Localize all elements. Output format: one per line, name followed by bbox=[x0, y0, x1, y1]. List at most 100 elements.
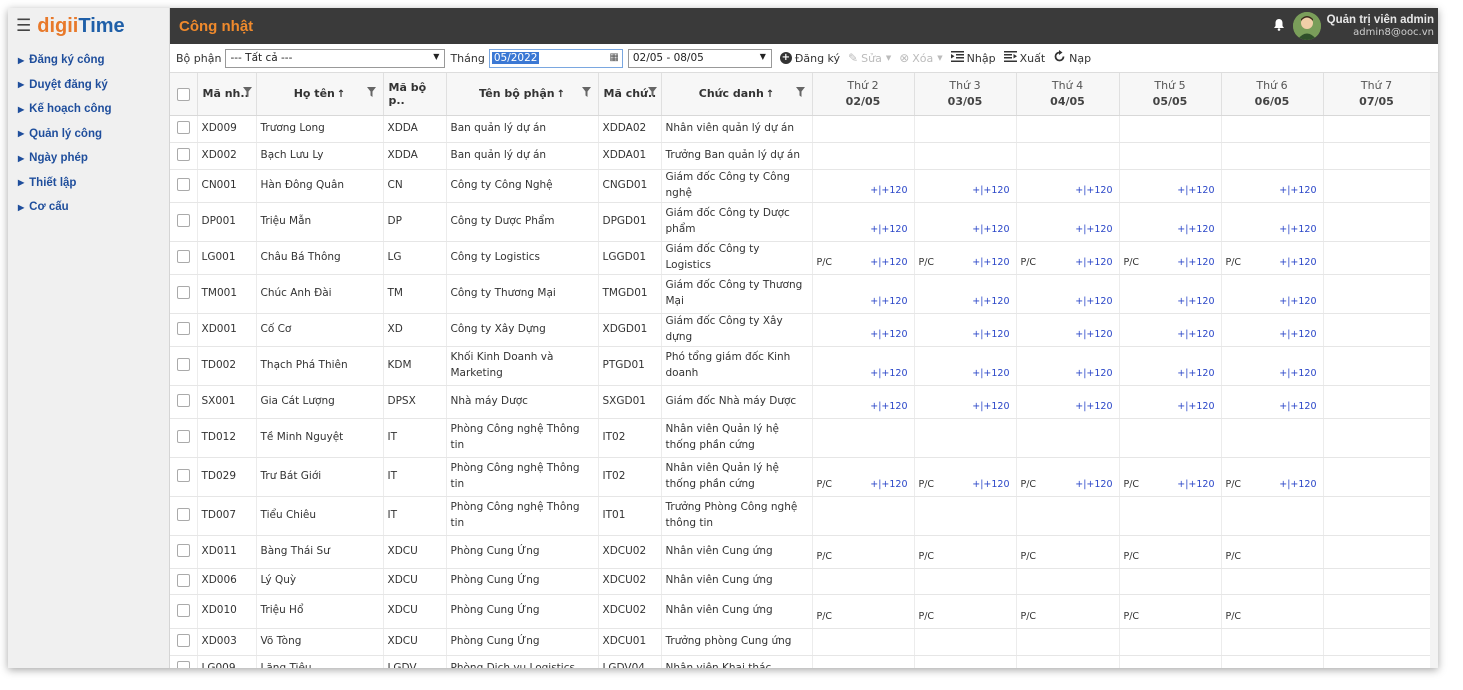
day-cell[interactable] bbox=[914, 418, 1017, 458]
day-cell[interactable]: +|+120 bbox=[914, 313, 1017, 347]
col-title-name[interactable]: Chức danh ↑ bbox=[661, 73, 813, 116]
export-button[interactable]: Xuất bbox=[1003, 51, 1045, 65]
table-row[interactable]: CN001 Hàn Đông Quân CN Công ty Công Nghệ CNG… bbox=[170, 169, 1431, 203]
plus-link[interactable]: +|+120 bbox=[870, 223, 907, 237]
day-cell[interactable] bbox=[812, 115, 915, 143]
plus-link[interactable]: +|+120 bbox=[1075, 295, 1112, 309]
day-cell[interactable]: +|+120 bbox=[1221, 169, 1324, 203]
row-checkbox[interactable] bbox=[176, 250, 190, 264]
plus-link[interactable]: +|+120 bbox=[972, 184, 1009, 198]
plus-link[interactable]: +|+120 bbox=[1075, 184, 1112, 198]
row-select-cell[interactable] bbox=[170, 115, 198, 143]
day-cell[interactable] bbox=[1323, 385, 1431, 419]
day-cell[interactable]: P/C +|+120 bbox=[914, 457, 1017, 497]
row-select-cell[interactable] bbox=[170, 274, 198, 314]
month-input[interactable]: 05/2022 ▦ bbox=[488, 48, 623, 68]
day-cell[interactable]: +|+120 bbox=[812, 169, 915, 203]
col-day-1[interactable]: Thứ 3 03/05 bbox=[914, 73, 1017, 116]
col-dept-code[interactable]: Mã bộ p.. bbox=[383, 73, 447, 116]
col-dept-name[interactable]: Tên bộ phận ↑ bbox=[446, 73, 599, 116]
table-row[interactable]: XD010 Triệu Hổ XDCU Phòng Cung Ứng XDCU02 Nhâ… bbox=[170, 594, 1431, 629]
plus-link[interactable]: +|+120 bbox=[1279, 184, 1316, 198]
day-cell[interactable] bbox=[1323, 313, 1431, 347]
plus-link[interactable]: +|+120 bbox=[1075, 256, 1112, 270]
plus-link[interactable]: +|+120 bbox=[870, 400, 907, 414]
plus-link[interactable]: +|+120 bbox=[1177, 256, 1214, 270]
day-cell[interactable]: +|+120 bbox=[812, 346, 915, 386]
register-button[interactable]: + Đăng ký bbox=[779, 52, 840, 65]
day-cell[interactable] bbox=[1016, 655, 1120, 668]
table-row[interactable]: TD029 Trư Bát Giới IT Phòng Công nghệ Thông… bbox=[170, 457, 1431, 497]
day-cell[interactable] bbox=[1119, 496, 1222, 536]
plus-link[interactable]: +|+120 bbox=[1177, 295, 1214, 309]
row-checkbox[interactable] bbox=[176, 634, 190, 648]
table-row[interactable]: XD009 Trương Long XDDA Ban quản lý dự án XDD… bbox=[170, 115, 1431, 143]
day-cell[interactable] bbox=[1119, 568, 1222, 595]
reload-button[interactable]: Nạp bbox=[1053, 50, 1091, 66]
day-cell[interactable] bbox=[1221, 115, 1324, 143]
plus-link[interactable]: +|+120 bbox=[972, 223, 1009, 237]
plus-link[interactable]: +|+120 bbox=[1279, 478, 1316, 492]
plus-link[interactable]: +|+120 bbox=[1075, 367, 1112, 381]
day-cell[interactable]: +|+120 bbox=[1221, 346, 1324, 386]
row-select-cell[interactable] bbox=[170, 568, 198, 595]
day-cell[interactable]: +|+120 bbox=[1119, 169, 1222, 203]
col-emp-code[interactable]: Mã nh.. bbox=[197, 73, 257, 116]
day-cell[interactable]: +|+120 bbox=[1119, 202, 1222, 242]
row-checkbox[interactable] bbox=[176, 148, 190, 162]
day-cell[interactable]: +|+120 bbox=[1016, 169, 1120, 203]
plus-link[interactable]: +|+120 bbox=[1279, 328, 1316, 342]
plus-link[interactable]: +|+120 bbox=[1279, 223, 1316, 237]
menu-icon[interactable]: ☰ bbox=[16, 17, 31, 35]
day-cell[interactable] bbox=[1221, 418, 1324, 458]
day-cell[interactable]: P/C +|+120 bbox=[1221, 241, 1324, 275]
filter-icon[interactable] bbox=[367, 87, 377, 97]
sidebar-item-6[interactable]: ▶ Cơ cấu bbox=[8, 195, 169, 220]
day-cell[interactable]: +|+120 bbox=[1119, 313, 1222, 347]
row-checkbox[interactable] bbox=[176, 178, 190, 192]
day-cell[interactable]: P/C bbox=[914, 594, 1017, 629]
day-cell[interactable]: +|+120 bbox=[1016, 274, 1120, 314]
day-cell[interactable]: +|+120 bbox=[914, 346, 1017, 386]
table-row[interactable]: TM001 Chúc Anh Đài TM Công ty Thương Mại TMG… bbox=[170, 274, 1431, 314]
col-day-4[interactable]: Thứ 6 06/05 bbox=[1221, 73, 1324, 116]
day-cell[interactable] bbox=[1323, 241, 1431, 275]
plus-link[interactable]: +|+120 bbox=[1279, 367, 1316, 381]
col-day-2[interactable]: Thứ 4 04/05 bbox=[1016, 73, 1120, 116]
day-cell[interactable]: +|+120 bbox=[914, 274, 1017, 314]
day-cell[interactable]: P/C +|+120 bbox=[1119, 241, 1222, 275]
plus-link[interactable]: +|+120 bbox=[1177, 184, 1214, 198]
day-cell[interactable] bbox=[1323, 115, 1431, 143]
row-select-cell[interactable] bbox=[170, 535, 198, 569]
day-cell[interactable] bbox=[1323, 496, 1431, 536]
table-row[interactable]: XD011 Bàng Thái Sư XDCU Phòng Cung Ứng XDCU0… bbox=[170, 535, 1431, 569]
plus-link[interactable]: +|+120 bbox=[972, 328, 1009, 342]
day-cell[interactable] bbox=[1323, 655, 1431, 668]
row-select-cell[interactable] bbox=[170, 313, 198, 347]
table-row[interactable]: TD002 Thạch Phá Thiên KDM Khối Kinh Doanh v… bbox=[170, 346, 1431, 386]
plus-link[interactable]: +|+120 bbox=[870, 367, 907, 381]
day-cell[interactable] bbox=[1221, 655, 1324, 668]
col-title-code[interactable]: Mã chứ.. bbox=[598, 73, 662, 116]
sidebar-item-4[interactable]: ▶ Ngày phép bbox=[8, 146, 169, 171]
table-row[interactable]: XD002 Bạch Lưu Ly XDDA Ban quản lý dự án XDD… bbox=[170, 142, 1431, 170]
day-cell[interactable]: P/C +|+120 bbox=[1221, 457, 1324, 497]
day-cell[interactable] bbox=[1016, 115, 1120, 143]
day-cell[interactable] bbox=[1323, 202, 1431, 242]
filter-icon[interactable] bbox=[647, 87, 658, 97]
day-cell[interactable] bbox=[914, 115, 1017, 143]
day-cell[interactable] bbox=[1323, 628, 1431, 656]
day-cell[interactable]: +|+120 bbox=[914, 202, 1017, 242]
table-row[interactable]: TD012 Tề Minh Nguyệt IT Phòng Công nghệ Thô… bbox=[170, 418, 1431, 458]
day-cell[interactable] bbox=[1119, 115, 1222, 143]
sidebar-item-5[interactable]: ▶ Thiết lập bbox=[8, 171, 169, 196]
day-cell[interactable] bbox=[1221, 628, 1324, 656]
week-select[interactable]: 02/05 - 08/05 ▼ bbox=[627, 48, 772, 68]
plus-link[interactable]: +|+120 bbox=[1075, 223, 1112, 237]
day-cell[interactable] bbox=[1016, 496, 1120, 536]
table-row[interactable]: XD003 Võ Tòng XDCU Phòng Cung Ứng XDCU01 Trưở… bbox=[170, 628, 1431, 656]
day-cell[interactable] bbox=[812, 418, 915, 458]
row-select-cell[interactable] bbox=[170, 418, 198, 458]
day-cell[interactable] bbox=[1221, 496, 1324, 536]
day-cell[interactable]: +|+120 bbox=[812, 274, 915, 314]
